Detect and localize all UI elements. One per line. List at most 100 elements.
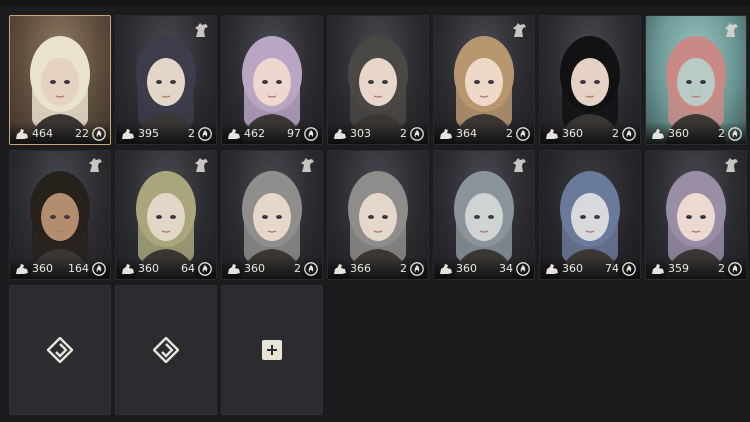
character-level: 464: [32, 127, 53, 140]
flame-icon: [516, 262, 530, 276]
flame-icon: [92, 127, 106, 141]
character-energy-count: 2: [294, 262, 301, 275]
character-energy-count: 22: [75, 127, 89, 140]
flame-icon: [516, 127, 530, 141]
gear-stat-icon: [440, 264, 452, 274]
flame-icon: [198, 262, 212, 276]
character-energy-count: 2: [612, 127, 619, 140]
character-energy-count: 2: [506, 127, 513, 140]
character-level: 360: [668, 127, 689, 140]
character-level: 360: [562, 262, 583, 275]
character-energy-count: 2: [400, 262, 407, 275]
flame-icon: [728, 262, 742, 276]
horse-icon: [195, 23, 208, 37]
character-level: 366: [350, 262, 371, 275]
character-card[interactable]: 462 97: [221, 15, 323, 145]
character-level: 462: [244, 127, 265, 140]
character-level: 360: [138, 262, 159, 275]
character-card[interactable]: 360 164: [9, 150, 111, 280]
character-grid: 464 22 395 2 462 97 303 2 364 2 360 2 360 2 360 164 360 6…: [9, 15, 747, 415]
character-level: 303: [350, 127, 371, 140]
character-card[interactable]: 395 2: [115, 15, 217, 145]
gear-stat-icon: [652, 129, 664, 139]
gear-stat-icon: [228, 129, 240, 139]
gear-stat-icon: [334, 129, 346, 139]
horse-icon: [89, 158, 102, 172]
character-level: 359: [668, 262, 689, 275]
horse-icon: [725, 158, 738, 172]
horse-icon: [725, 23, 738, 37]
character-card[interactable]: 360 2: [221, 150, 323, 280]
character-info-bar: 360 74: [540, 257, 640, 279]
character-info-bar: 464 22: [10, 122, 110, 144]
flame-icon: [728, 127, 742, 141]
character-info-bar: 360 64: [116, 257, 216, 279]
character-energy-count: 2: [188, 127, 195, 140]
character-level: 360: [32, 262, 53, 275]
gear-stat-icon: [16, 129, 28, 139]
slot-rune-icon: [47, 337, 73, 363]
character-level: 364: [456, 127, 477, 140]
flame-icon: [92, 262, 106, 276]
character-level: 360: [456, 262, 477, 275]
gear-stat-icon: [122, 264, 134, 274]
character-card[interactable]: 360 2: [539, 15, 641, 145]
flame-icon: [622, 262, 636, 276]
gear-stat-icon: [546, 129, 558, 139]
character-energy-count: 2: [718, 262, 725, 275]
character-info-bar: 366 2: [328, 257, 428, 279]
add-character-slot[interactable]: [221, 285, 323, 415]
flame-icon: [622, 127, 636, 141]
character-info-bar: 359 2: [646, 257, 746, 279]
gear-stat-icon: [652, 264, 664, 274]
character-energy-count: 164: [68, 262, 89, 275]
character-card[interactable]: 359 2: [645, 150, 747, 280]
character-energy-count: 34: [499, 262, 513, 275]
top-bar: [0, 0, 750, 6]
gear-stat-icon: [334, 264, 346, 274]
character-info-bar: 360 34: [434, 257, 534, 279]
character-card[interactable]: 360 64: [115, 150, 217, 280]
character-energy-count: 97: [287, 127, 301, 140]
horse-icon: [195, 158, 208, 172]
character-info-bar: 303 2: [328, 122, 428, 144]
gear-stat-icon: [122, 129, 134, 139]
plus-icon: [262, 340, 282, 360]
character-card[interactable]: 366 2: [327, 150, 429, 280]
flame-icon: [410, 262, 424, 276]
flame-icon: [198, 127, 212, 141]
flame-icon: [304, 262, 318, 276]
character-info-bar: 360 164: [10, 257, 110, 279]
character-level: 395: [138, 127, 159, 140]
flame-icon: [304, 127, 318, 141]
character-info-bar: 360 2: [222, 257, 322, 279]
character-level: 360: [244, 262, 265, 275]
character-card[interactable]: 464 22: [9, 15, 111, 145]
character-info-bar: 395 2: [116, 122, 216, 144]
character-energy-count: 2: [400, 127, 407, 140]
character-info-bar: 364 2: [434, 122, 534, 144]
empty-character-slot[interactable]: [115, 285, 217, 415]
character-card[interactable]: 360 2: [645, 15, 747, 145]
empty-character-slot[interactable]: [9, 285, 111, 415]
horse-icon: [301, 158, 314, 172]
gear-stat-icon: [16, 264, 28, 274]
horse-icon: [513, 23, 526, 37]
character-level: 360: [562, 127, 583, 140]
character-card[interactable]: 303 2: [327, 15, 429, 145]
gear-stat-icon: [440, 129, 452, 139]
character-energy-count: 74: [605, 262, 619, 275]
character-card[interactable]: 360 74: [539, 150, 641, 280]
character-info-bar: 462 97: [222, 122, 322, 144]
character-card[interactable]: 364 2: [433, 15, 535, 145]
character-card[interactable]: 360 34: [433, 150, 535, 280]
character-energy-count: 64: [181, 262, 195, 275]
character-info-bar: 360 2: [540, 122, 640, 144]
gear-stat-icon: [546, 264, 558, 274]
horse-icon: [513, 158, 526, 172]
gear-stat-icon: [228, 264, 240, 274]
character-info-bar: 360 2: [646, 122, 746, 144]
character-energy-count: 2: [718, 127, 725, 140]
slot-rune-icon: [153, 337, 179, 363]
flame-icon: [410, 127, 424, 141]
